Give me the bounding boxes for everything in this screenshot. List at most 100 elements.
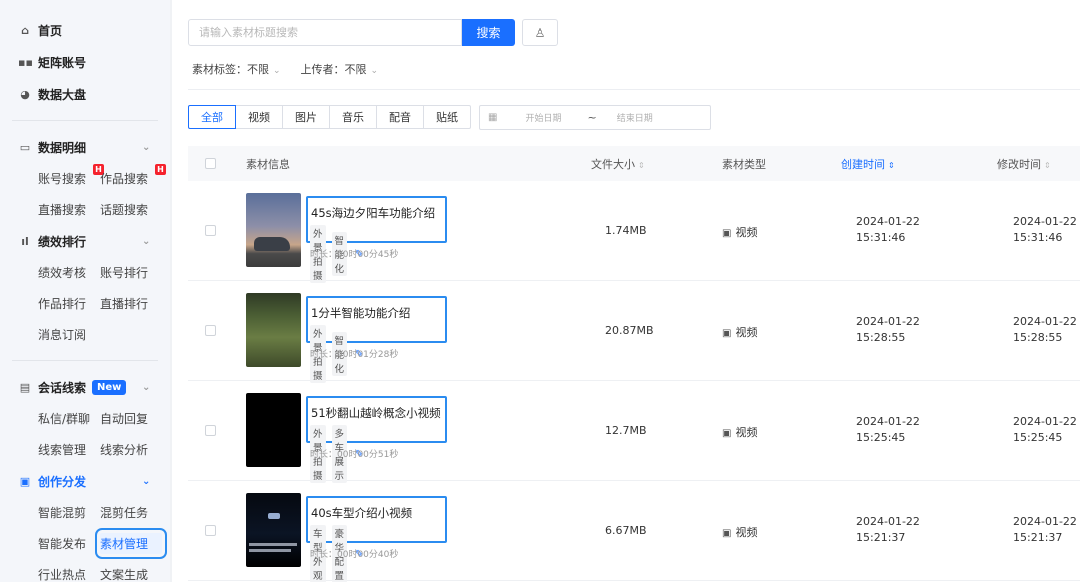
- calendar-icon: ▦: [488, 112, 498, 123]
- grid-icon: ▪▪: [18, 55, 33, 69]
- new-badge: New: [92, 379, 127, 395]
- file-size: 12.7MB: [605, 424, 647, 437]
- nav-industry-hot[interactable]: 行业热点: [38, 566, 100, 582]
- video-thumbnail[interactable]: [246, 293, 301, 367]
- nav-leads[interactable]: ▤ 会话线索 New ⌄: [0, 371, 170, 403]
- header-size[interactable]: 文件大小 ⇕: [591, 156, 645, 172]
- file-size: 6.67MB: [605, 524, 647, 537]
- material-title[interactable]: 51秒翻山越岭概念小视频: [311, 405, 511, 421]
- nav-material-manage[interactable]: 素材管理: [95, 528, 167, 559]
- table-header: 素材信息 文件大小 ⇕ 素材类型 创建时间 ⇕ 修改时间 ⇕: [188, 146, 1080, 181]
- nav-data-dashboard[interactable]: ◕ 数据大盘: [0, 78, 170, 110]
- duration: 时长：00时00分40秒: [310, 550, 399, 560]
- nav-lead-manage[interactable]: 线索管理: [38, 441, 100, 458]
- tab-music[interactable]: 音乐: [329, 105, 377, 129]
- nav-topic-search[interactable]: 话题搜索: [100, 201, 162, 218]
- chevron-down-icon: ⌄: [142, 141, 151, 153]
- material-type: ▣ 视频: [722, 326, 758, 339]
- thumbnail-caption: [249, 543, 297, 546]
- user-icon: ♙: [534, 25, 546, 40]
- nav-matrix-accounts[interactable]: ▪▪ 矩阵账号: [0, 46, 170, 78]
- nav-data-detail[interactable]: ▭ 数据明细 ⌄: [0, 131, 170, 163]
- row-checkbox[interactable]: [205, 525, 216, 536]
- tag-filter[interactable]: 素材标签：不限 ⌄: [192, 61, 281, 77]
- car-shape: [254, 237, 290, 251]
- nav-works-rank[interactable]: 作品排行: [38, 295, 100, 312]
- material-title[interactable]: 40s车型介绍小视频: [311, 505, 511, 521]
- video-thumbnail[interactable]: [246, 493, 301, 567]
- thumbnail-caption: [249, 549, 291, 552]
- table-row: 40s车型介绍小视频 车型外观 豪华配置 ✎ 时长：00时00分40秒 6.67…: [188, 481, 1080, 582]
- row-checkbox[interactable]: [205, 325, 216, 336]
- sort-icon: ⇕: [888, 161, 895, 170]
- video-thumbnail[interactable]: [246, 193, 301, 267]
- uploader-filter[interactable]: 上传者：不限 ⌄: [301, 61, 379, 77]
- user-filter-button[interactable]: ♙: [522, 19, 558, 46]
- tab-sticker[interactable]: 贴纸: [423, 105, 471, 129]
- created-time: 2024-01-22 15:28:55: [856, 315, 920, 344]
- search-bar: 搜索: [188, 19, 515, 46]
- nav-smart-edit[interactable]: 智能混剪: [38, 504, 100, 521]
- tab-image[interactable]: 图片: [282, 105, 330, 129]
- table-row: 45s海边夕阳车功能介绍 外景拍摄 智能化 ✎ 时长：00时00分45秒 1.7…: [188, 181, 1080, 283]
- nav-edit-task[interactable]: 混剪任务: [100, 504, 162, 521]
- nav-creation[interactable]: ▣ 创作分发 ⌄: [0, 465, 170, 497]
- date-range-picker[interactable]: ▦ 开始日期 ~ 结束日期: [479, 105, 711, 130]
- chat-icon: ▤: [19, 380, 31, 394]
- creation-icon: ▣: [19, 474, 31, 488]
- nav-lead-analysis[interactable]: 线索分析: [100, 441, 162, 458]
- table-row: 1分半智能功能介绍 外景拍摄 智能化 ✎ 时长：00时01分28秒 20.87M…: [188, 281, 1080, 383]
- sidebar-divider: [12, 120, 158, 121]
- tab-voiceover[interactable]: 配音: [376, 105, 424, 129]
- table-row: 51秒翻山越岭概念小视频 外景拍摄 多车展示 ✎ 时长：00时00分51秒 12…: [188, 381, 1080, 483]
- start-date[interactable]: 开始日期: [525, 111, 561, 124]
- modified-time: 2024-01-22 15:28:55: [1013, 315, 1077, 344]
- chevron-down-icon: ⌄: [370, 66, 379, 76]
- nav-message-subscribe[interactable]: 消息订阅: [38, 326, 100, 343]
- nav-account-search[interactable]: 账号搜索 H: [38, 164, 104, 187]
- nav-live-search[interactable]: 直播搜索: [38, 201, 100, 218]
- main-content: 搜索 ♙ 素材标签：不限⌄ 上传者：不限⌄ 全部 视频 图片 音乐 配音 贴纸 …: [172, 0, 1080, 582]
- duration: 时长：00时01分28秒: [310, 350, 399, 360]
- duration: 时长：00时00分45秒: [310, 250, 399, 260]
- sidebar: ⌂ 首页 ▪▪ 矩阵账号 ◕ 数据大盘 ▭ 数据明细 ⌄ 账号搜索 H 作品搜索 H 直播搜索…: [0, 0, 170, 582]
- row-checkbox[interactable]: [205, 225, 216, 236]
- created-time: 2024-01-22 15:31:46: [856, 215, 920, 244]
- material-title[interactable]: 45s海边夕阳车功能介绍: [311, 205, 511, 221]
- video-icon: ▣: [722, 328, 732, 339]
- nav-works-search[interactable]: 作品搜索 H: [100, 164, 166, 187]
- end-date[interactable]: 结束日期: [617, 111, 653, 124]
- tab-video[interactable]: 视频: [235, 105, 283, 129]
- pie-chart-icon: ◕: [20, 87, 30, 101]
- search-input[interactable]: [188, 19, 462, 46]
- sidebar-divider: [12, 360, 158, 361]
- bar-chart-icon: ıl: [21, 234, 29, 248]
- header-modified[interactable]: 修改时间 ⇕: [997, 156, 1051, 172]
- nav-copywriting[interactable]: 文案生成: [100, 566, 162, 582]
- tab-all[interactable]: 全部: [188, 105, 236, 129]
- nav-live-rank[interactable]: 直播排行: [100, 295, 162, 312]
- nav-auto-reply[interactable]: 自动回复: [100, 410, 162, 427]
- modified-time: 2024-01-22 15:21:37: [1013, 515, 1077, 544]
- file-size: 1.74MB: [605, 224, 647, 237]
- nav-private-message[interactable]: 私信/群聊: [38, 410, 100, 427]
- header-created[interactable]: 创建时间 ⇕: [841, 156, 895, 172]
- search-button[interactable]: 搜索: [462, 19, 515, 46]
- nav-account-rank[interactable]: 账号排行: [100, 264, 162, 281]
- nav-performance[interactable]: ıl 绩效排行 ⌄: [0, 225, 170, 257]
- header-type: 素材类型: [722, 158, 766, 171]
- created-time: 2024-01-22 15:21:37: [856, 515, 920, 544]
- select-all-checkbox[interactable]: [205, 158, 216, 169]
- material-type: ▣ 视频: [722, 426, 758, 439]
- type-tabs: 全部 视频 图片 音乐 配音 贴纸: [188, 105, 471, 129]
- material-title[interactable]: 1分半智能功能介绍: [311, 305, 511, 321]
- video-thumbnail[interactable]: [246, 393, 301, 467]
- row-checkbox[interactable]: [205, 425, 216, 436]
- video-icon: ▣: [722, 228, 732, 239]
- nav-smart-publish[interactable]: 智能发布: [38, 535, 100, 552]
- hot-badge: H: [155, 164, 166, 175]
- nav-home[interactable]: ⌂ 首页: [0, 14, 170, 46]
- nav-kpi[interactable]: 绩效考核: [38, 264, 100, 281]
- modified-time: 2024-01-22 15:25:45: [1013, 415, 1077, 444]
- duration: 时长：00时00分51秒: [310, 450, 399, 460]
